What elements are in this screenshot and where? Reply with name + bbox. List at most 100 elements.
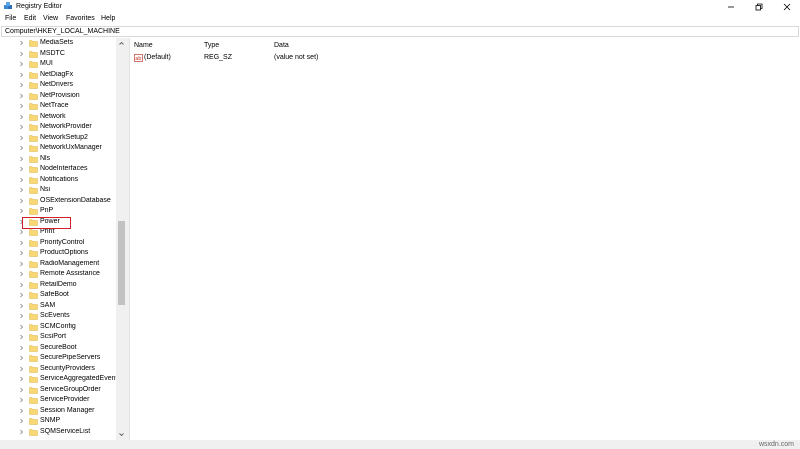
chevron-right-icon[interactable]	[19, 376, 24, 382]
chevron-right-icon[interactable]	[19, 72, 24, 78]
tree-scrollbar[interactable]	[116, 38, 127, 440]
minimize-button[interactable]	[718, 0, 744, 13]
value-row[interactable]: ab (Default) REG_SZ (value not set)	[131, 53, 799, 63]
tree-item[interactable]: SecureBoot	[0, 343, 116, 353]
tree-item[interactable]: Network	[0, 112, 116, 122]
tree-item-label: Session Manager	[40, 406, 95, 414]
tree-item[interactable]: PriorityControl	[0, 238, 116, 248]
chevron-right-icon[interactable]	[19, 145, 24, 151]
tree-item[interactable]: NodeInterfaces	[0, 164, 116, 174]
tree-item[interactable]: NetDiagFx	[0, 70, 116, 80]
chevron-right-icon[interactable]	[19, 93, 24, 99]
column-header-name[interactable]: Name	[134, 42, 153, 50]
chevron-right-icon[interactable]	[19, 166, 24, 172]
tree-item[interactable]: ScsiPort	[0, 332, 116, 342]
tree-item-label: RadioManagement	[40, 259, 100, 267]
tree-item[interactable]: SQMServiceList	[0, 427, 116, 437]
tree-item[interactable]: Remote Assistance	[0, 269, 116, 279]
chevron-right-icon[interactable]	[19, 271, 24, 277]
column-header-data[interactable]: Data	[274, 42, 289, 50]
chevron-right-icon[interactable]	[19, 135, 24, 141]
chevron-right-icon[interactable]	[19, 313, 24, 319]
tree-item[interactable]: Nsi	[0, 185, 116, 195]
tree-item[interactable]: ProductOptions	[0, 248, 116, 258]
tree-item-label: Print	[40, 228, 55, 235]
chevron-right-icon[interactable]	[19, 208, 24, 214]
chevron-right-icon[interactable]	[19, 261, 24, 267]
chevron-right-icon[interactable]	[19, 429, 24, 435]
tree-item[interactable]: NetworkSetup2	[0, 133, 116, 143]
tree-pane[interactable]: MediaSets MSDTC MUI NetDiagFx NetDrivers NetP…	[0, 38, 127, 440]
folder-icon	[29, 281, 38, 289]
column-header-type[interactable]: Type	[204, 42, 219, 50]
tree-item[interactable]: SafeBoot	[0, 290, 116, 300]
tree-item-label: NodeInterfaces	[40, 165, 88, 172]
tree-item[interactable]: RetailDemo	[0, 280, 116, 290]
menu-view[interactable]: View	[43, 15, 58, 23]
menu-favorites[interactable]: Favorites	[66, 15, 95, 23]
scroll-thumb[interactable]	[118, 221, 125, 305]
tree-item[interactable]: ServiceAggregatedEvents	[0, 374, 116, 384]
chevron-right-icon[interactable]	[19, 345, 24, 351]
tree-item[interactable]: NetProvision	[0, 91, 116, 101]
tree-item[interactable]: ServiceGroupOrder	[0, 385, 116, 395]
tree-item[interactable]: Session Manager	[0, 406, 116, 416]
tree-item[interactable]: MUI	[0, 59, 116, 69]
tree-item[interactable]: ServiceProvider	[0, 395, 116, 405]
tree-item[interactable]: PnP	[0, 206, 116, 216]
maximize-button[interactable]	[746, 0, 772, 13]
chevron-right-icon[interactable]	[19, 240, 24, 246]
tree-item[interactable]: MSDTC	[0, 49, 116, 59]
folder-icon	[29, 176, 38, 184]
tree-item[interactable]: SecurityProviders	[0, 364, 116, 374]
chevron-right-icon[interactable]	[19, 418, 24, 424]
tree-item[interactable]: NetDrivers	[0, 80, 116, 90]
scroll-down-icon[interactable]	[118, 431, 125, 438]
tree-item[interactable]: RadioManagement	[0, 259, 116, 269]
tree-item[interactable]: NetTrace	[0, 101, 116, 111]
address-bar[interactable]: Computer\HKEY_LOCAL_MACHINE	[1, 26, 799, 37]
chevron-right-icon[interactable]	[19, 324, 24, 330]
chevron-right-icon[interactable]	[19, 187, 24, 193]
chevron-right-icon[interactable]	[19, 114, 24, 120]
chevron-right-icon[interactable]	[19, 303, 24, 309]
close-button[interactable]	[774, 0, 800, 13]
chevron-right-icon[interactable]	[19, 198, 24, 204]
pane-splitter[interactable]	[127, 38, 130, 440]
chevron-right-icon[interactable]	[19, 334, 24, 340]
tree-item-label: ScsiPort	[40, 333, 67, 340]
chevron-right-icon[interactable]	[19, 156, 24, 162]
tree-item[interactable]: MediaSets	[0, 38, 116, 48]
menu-edit[interactable]: Edit	[24, 15, 36, 23]
chevron-right-icon[interactable]	[19, 397, 24, 403]
chevron-right-icon[interactable]	[19, 51, 24, 57]
chevron-right-icon[interactable]	[19, 177, 24, 183]
chevron-right-icon[interactable]	[19, 250, 24, 256]
chevron-right-icon[interactable]	[19, 103, 24, 109]
chevron-right-icon[interactable]	[19, 124, 24, 130]
chevron-right-icon[interactable]	[19, 61, 24, 67]
tree-item[interactable]: Nls	[0, 154, 116, 164]
tree-item[interactable]: NetworkUxManager	[0, 143, 116, 153]
tree-item[interactable]: SCMConfig	[0, 322, 116, 332]
tree-item[interactable]: SecurePipeServers	[0, 353, 116, 363]
tree-item[interactable]: Notifications	[0, 175, 116, 185]
folder-icon	[29, 239, 38, 247]
tree-item[interactable]: OSExtensionDatabase	[0, 196, 116, 206]
chevron-right-icon[interactable]	[19, 387, 24, 393]
chevron-right-icon[interactable]	[19, 355, 24, 361]
tree-item[interactable]: NetworkProvider	[0, 122, 116, 132]
chevron-right-icon[interactable]	[19, 82, 24, 88]
chevron-right-icon[interactable]	[19, 408, 24, 414]
chevron-right-icon[interactable]	[19, 229, 24, 235]
chevron-right-icon[interactable]	[19, 40, 24, 46]
scroll-up-icon[interactable]	[118, 40, 125, 47]
chevron-right-icon[interactable]	[19, 366, 24, 372]
menu-help[interactable]: Help	[101, 15, 115, 23]
tree-item[interactable]: ScEvents	[0, 311, 116, 321]
menu-file[interactable]: File	[5, 15, 16, 23]
tree-item[interactable]: SAM	[0, 301, 116, 311]
tree-item[interactable]: SNMP	[0, 416, 116, 426]
chevron-right-icon[interactable]	[19, 292, 24, 298]
chevron-right-icon[interactable]	[19, 282, 24, 288]
